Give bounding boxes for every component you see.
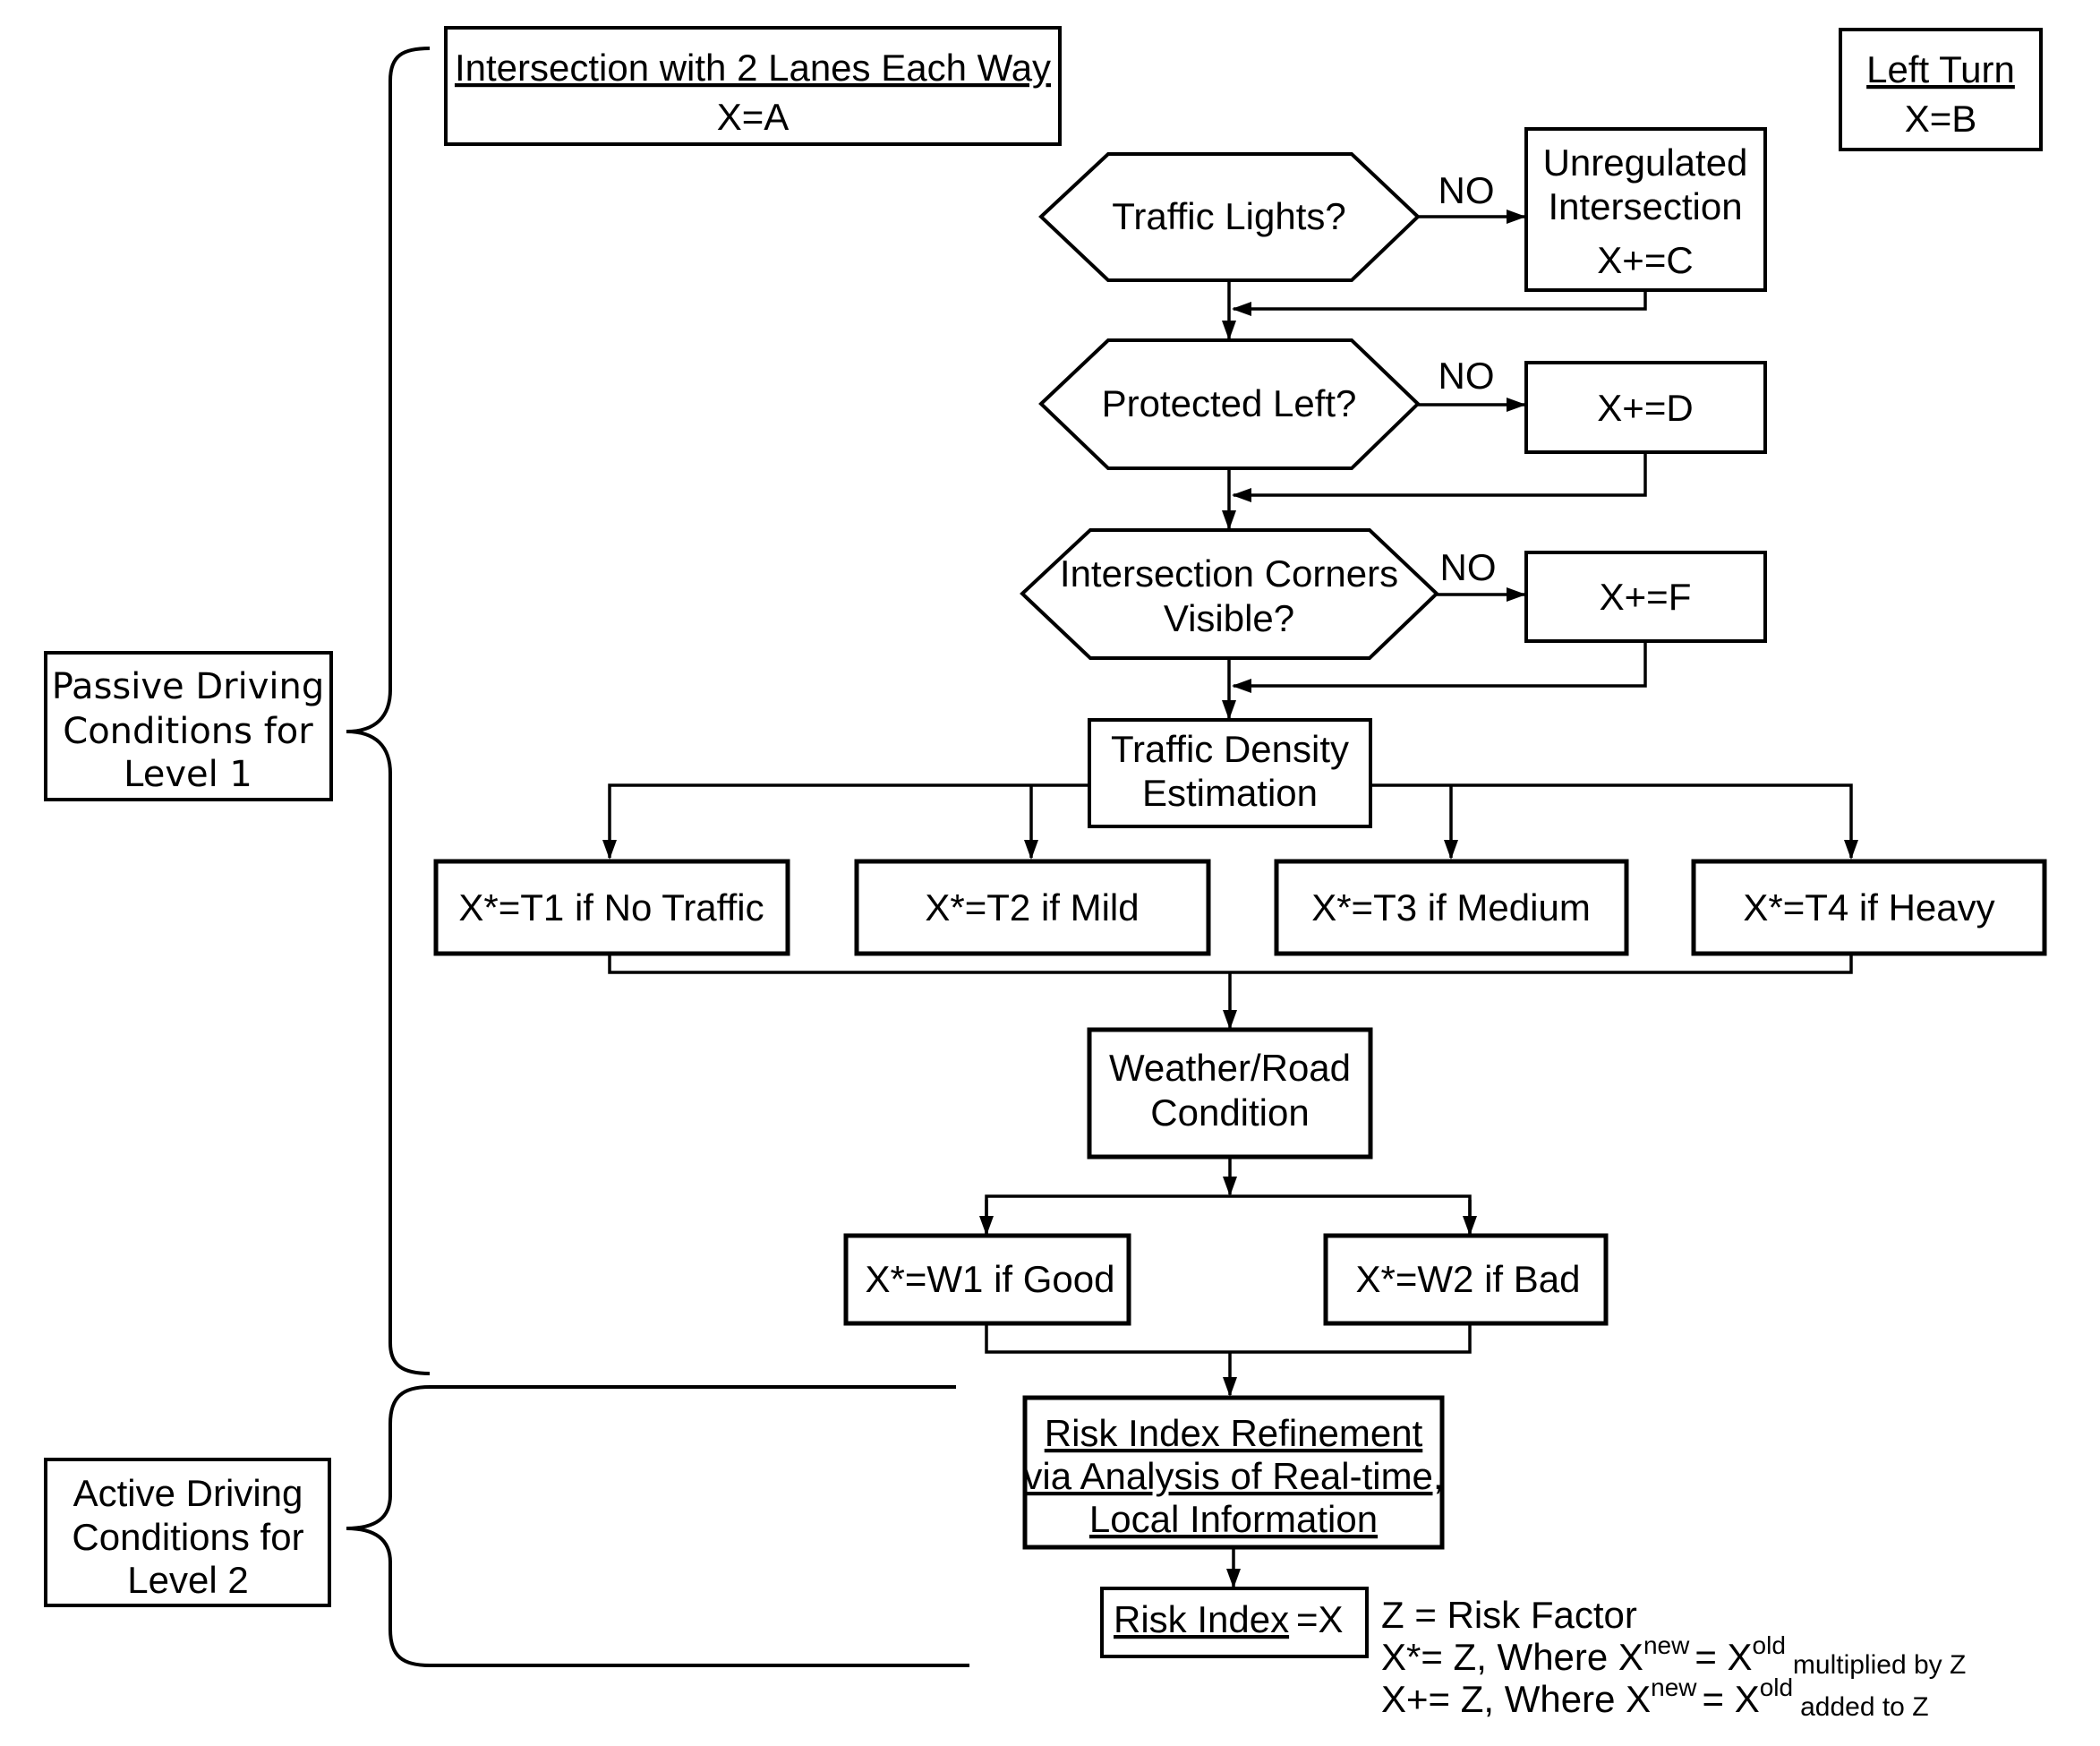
result-line: Unregulated	[1543, 141, 1748, 184]
box-line: Traffic Density	[1111, 728, 1349, 770]
intersection-type-title: Intersection with 2 Lanes Each Way	[455, 47, 1051, 89]
unregulated-intersection-box: Unregulated Intersection X+=C	[1524, 127, 1767, 292]
level-line: Conditions for	[72, 1516, 303, 1558]
legend-sup: old	[1760, 1673, 1793, 1701]
risk-index-flowchart: Intersection with 2 Lanes Each Way X=A L…	[44, 26, 2047, 1722]
merge-line	[985, 1323, 1472, 1354]
legend-text: added to Z	[1800, 1692, 1928, 1722]
result-line: Intersection	[1548, 185, 1742, 227]
intersection-type-box: Intersection with 2 Lanes Each Way X=A	[444, 26, 1062, 146]
split-line	[985, 1194, 1472, 1234]
box-line: Condition	[1150, 1091, 1309, 1134]
traffic-option-t4: X*=T4 if Heavy	[1691, 859, 2047, 956]
risk-index-box: Risk Index =X	[1100, 1587, 1369, 1658]
level2-box: Active Driving Conditions for Level 2	[44, 1458, 331, 1607]
maneuver-assignment: X=B	[1905, 98, 1977, 140]
no-branch-label: NO	[1438, 355, 1495, 397]
option-label: X*=T3 if Medium	[1311, 886, 1591, 929]
level1-brace	[346, 47, 431, 1375]
traffic-option-t2: X*=T2 if Mild	[854, 859, 1211, 956]
decision-traffic-lights: Traffic Lights?	[1038, 152, 1421, 282]
box-line: Weather/Road	[1109, 1047, 1351, 1089]
level-line: Level 2	[127, 1559, 248, 1601]
legend-sup: new	[1643, 1631, 1690, 1659]
legend-sup: new	[1651, 1673, 1697, 1701]
maneuver-box: Left Turn X=B	[1839, 28, 2043, 151]
traffic-option-t3: X*=T3 if Medium	[1274, 859, 1629, 956]
branch-arrow	[1370, 783, 1858, 860]
decision-protected-left: Protected Left?	[1038, 338, 1421, 470]
legend-line: X+= Z, Where Xnew = Xoldadded to Z	[1381, 1673, 1929, 1722]
weather-road-box: Weather/Road Condition	[1087, 1027, 1373, 1160]
legend-sup: old	[1753, 1631, 1786, 1659]
legend-text: X+= Z, Where X	[1381, 1678, 1651, 1720]
legend-line: Z = Risk Factor	[1381, 1594, 1637, 1636]
decision-question-line: Visible?	[1164, 597, 1294, 639]
weather-option-w2: X*=W2 if Bad	[1323, 1233, 1609, 1326]
decision-question-line: Intersection Corners	[1060, 552, 1398, 595]
level-line: Active Driving	[73, 1472, 303, 1514]
risk-refinement-box: Risk Index Refinement via Analysis of Re…	[1022, 1395, 1445, 1550]
legend-text: = X	[1695, 1636, 1752, 1678]
level-line: Passive Driving	[52, 666, 325, 707]
result-line: X+=F	[1600, 576, 1692, 618]
traffic-option-t1: X*=T1 if No Traffic	[433, 859, 790, 956]
result-box-d: X+=D	[1524, 361, 1767, 454]
option-label: X*=W2 if Bad	[1356, 1258, 1581, 1300]
decision-question: Traffic Lights?	[1112, 195, 1345, 237]
legend: Z = Risk Factor X*= Z, Where Xnew = Xoldm…	[1381, 1594, 1966, 1722]
legend-text: multiplied by Z	[1793, 1650, 1966, 1680]
no-branch-label: NO	[1438, 169, 1495, 211]
maneuver-title: Left Turn	[1866, 48, 2015, 90]
result-line: X+=C	[1597, 239, 1693, 281]
risk-index-value: =X	[1296, 1598, 1344, 1640]
level2-brace	[346, 1385, 969, 1667]
legend-text: X*= Z, Where X	[1381, 1636, 1643, 1678]
result-line: X+=D	[1597, 387, 1693, 429]
weather-option-w1: X*=W1 if Good	[843, 1233, 1131, 1326]
result-box-f: X+=F	[1524, 551, 1767, 643]
level-line: Level 1	[124, 754, 252, 795]
branch-arrow	[602, 783, 1089, 860]
option-label: X*=T1 if No Traffic	[458, 886, 764, 929]
decision-question: Protected Left?	[1102, 382, 1357, 424]
no-branch-label: NO	[1440, 546, 1497, 588]
decision-corners-visible: Intersection Corners Visible?	[1020, 528, 1439, 660]
intersection-type-assignment: X=A	[717, 96, 790, 138]
return-arrow	[1232, 290, 1647, 316]
box-line: Estimation	[1142, 772, 1318, 814]
risk-index-label: Risk Index	[1114, 1598, 1289, 1640]
legend-text: = X	[1703, 1678, 1760, 1720]
merge-line	[608, 954, 1853, 974]
traffic-density-box: Traffic Density Estimation	[1088, 718, 1372, 828]
level1-box: Passive Driving Conditions for Level 1	[44, 651, 333, 801]
box-line: via Analysis of Real-time,	[1023, 1455, 1443, 1497]
option-label: X*=W1 if Good	[866, 1258, 1115, 1300]
box-line: Local Information	[1089, 1498, 1378, 1540]
option-label: X*=T2 if Mild	[925, 886, 1139, 929]
level-line: Conditions for	[63, 711, 313, 752]
box-line: Risk Index Refinement	[1045, 1412, 1423, 1454]
option-label: X*=T4 if Heavy	[1743, 886, 1994, 929]
legend-line: X*= Z, Where Xnew = Xoldmultiplied by Z	[1381, 1631, 1966, 1680]
